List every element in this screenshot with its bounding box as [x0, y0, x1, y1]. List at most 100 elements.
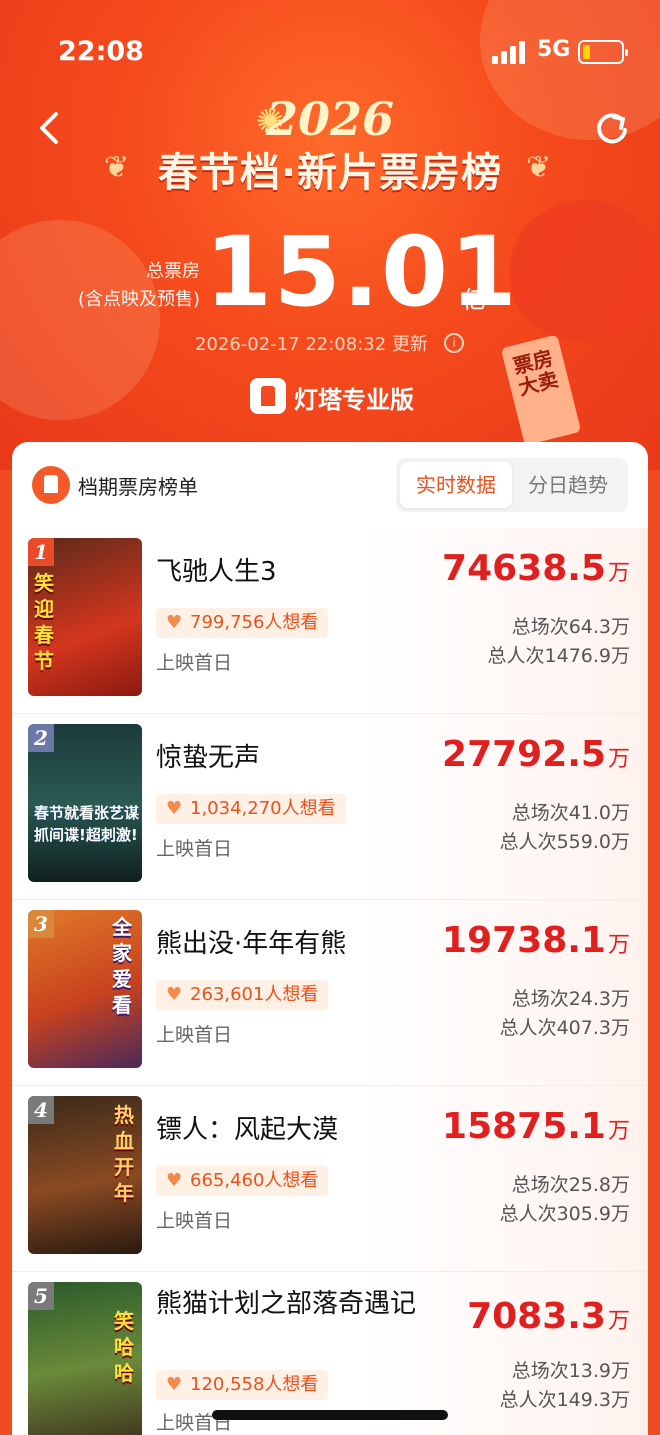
movie-poster: 3 全家爱看: [28, 910, 142, 1068]
movie-poster: 5 笑哈哈: [28, 1282, 142, 1435]
release-label: 上映首日: [156, 1024, 233, 1046]
signal-icon: [492, 40, 528, 64]
movie-row[interactable]: 3 全家爱看 熊出没·年年有熊 ♥ 263,601人想看 上映首日 19738.…: [12, 900, 648, 1086]
movie-row[interactable]: 1 笑迎春节 飞驰人生3 ♥ 799,756人想看 上映首日 74638.5万 …: [12, 528, 648, 714]
total-viewers: 总人次559.0万: [499, 831, 630, 853]
total-sessions: 总场次64.3万: [511, 616, 630, 638]
release-label: 上映首日: [156, 838, 233, 860]
box-office-unit: 万: [607, 1309, 630, 1334]
card-header: 档期票房榜单 实时数据 分日趋势: [12, 442, 648, 526]
network-label: 5G: [537, 37, 571, 62]
total-label-line1: 总票房: [146, 261, 200, 282]
box-office-value: 19738.1: [442, 920, 606, 961]
header-banner: 22:08 5G ✺ 2026 ❦ 春节档·新片票房榜 ❦ 票房大卖 总票房 (…: [0, 0, 660, 470]
want-count: 665,460人想看: [190, 1170, 319, 1191]
rank-badge: 4: [28, 1096, 54, 1124]
lantern-decoration: [510, 200, 660, 340]
heart-icon: ♥: [166, 1170, 183, 1191]
poster-text: 全家爱看: [112, 915, 132, 1017]
decor-circle: [0, 220, 160, 420]
total-viewers: 总人次149.3万: [499, 1389, 630, 1411]
movie-poster: 4 热血开年: [28, 1096, 142, 1254]
poster-text: 春节就看张艺谋 抓间谍!超刺激!: [34, 804, 140, 844]
movie-title: 飞驰人生3: [156, 557, 277, 587]
total-sessions: 总场次24.3万: [511, 988, 630, 1010]
back-button[interactable]: [32, 106, 72, 150]
poster-text: 笑哈哈: [114, 1309, 134, 1385]
box-office-value: 15875.1: [442, 1106, 606, 1147]
box-office-value: 74638.5: [442, 548, 606, 589]
movie-poster: 2 春节就看张艺谋 抓间谍!超刺激!: [28, 724, 142, 882]
want-badge: ♥ 799,756人想看: [156, 608, 329, 638]
year-heading: 2026: [265, 92, 395, 146]
rank-badge: 1: [28, 538, 54, 566]
total-sessions: 总场次25.8万: [511, 1174, 630, 1196]
movie-title: 镖人：风起大漠: [156, 1115, 339, 1145]
refresh-button[interactable]: [592, 108, 632, 148]
home-indicator[interactable]: [212, 1410, 448, 1420]
release-label: 上映首日: [156, 652, 233, 674]
movie-title: 熊猫计划之部落奇遇记: [156, 1289, 417, 1319]
want-badge: ♥ 120,558人想看: [156, 1370, 329, 1400]
update-time: 2026-02-17 22:08:32 更新: [195, 334, 428, 355]
total-sessions: 总场次41.0万: [511, 802, 630, 824]
release-label: 上映首日: [156, 1210, 233, 1232]
battery-icon: [578, 40, 628, 64]
want-count: 120,558人想看: [190, 1374, 319, 1395]
movie-title: 惊蛰无声: [156, 743, 261, 773]
tab-realtime[interactable]: 实时数据: [400, 462, 512, 508]
page-title: 春节档·新片票房榜: [157, 150, 503, 196]
box-office-unit: 万: [607, 1119, 630, 1144]
tab-daily-trend[interactable]: 分日趋势: [512, 462, 624, 508]
status-bar: 22:08 5G: [0, 0, 660, 100]
hanging-tag: 票房大卖: [500, 334, 582, 446]
tab-switcher: 实时数据 分日趋势: [396, 458, 628, 512]
heart-icon: ♥: [166, 984, 183, 1005]
tag-text: 票房大卖: [510, 345, 561, 400]
total-viewers: 总人次407.3万: [499, 1017, 630, 1039]
total-label-line2: (含点映及预售): [77, 289, 200, 310]
total-sessions: 总场次13.9万: [511, 1360, 630, 1382]
refresh-icon: [597, 113, 627, 144]
total-unit: 亿: [462, 286, 486, 314]
box-office-value: 7083.3: [467, 1296, 606, 1337]
lighthouse-icon: [32, 466, 70, 504]
box-office: 27792.5万: [442, 734, 630, 775]
want-badge: ♥ 1,034,270人想看: [156, 794, 346, 824]
box-office: 7083.3万: [467, 1296, 630, 1337]
movie-row[interactable]: 4 热血开年 镖人：风起大漠 ♥ 665,460人想看 上映首日 15875.1…: [12, 1086, 648, 1272]
poster-text: 热血开年: [114, 1103, 134, 1205]
want-badge: ♥ 263,601人想看: [156, 980, 329, 1010]
want-count: 263,601人想看: [190, 984, 319, 1005]
box-office: 15875.1万: [442, 1106, 630, 1147]
info-icon[interactable]: i: [444, 333, 464, 353]
laurel-right-icon: ❦: [526, 150, 552, 185]
box-office: 19738.1万: [442, 920, 630, 961]
total-label: 总票房 (含点映及预售): [60, 258, 200, 314]
movie-row[interactable]: 2 春节就看张艺谋 抓间谍!超刺激! 惊蛰无声 ♥ 1,034,270人想看 上…: [12, 714, 648, 900]
want-count: 1,034,270人想看: [190, 798, 336, 819]
lighthouse-icon: [250, 378, 286, 414]
card-title: 档期票房榜单: [78, 475, 198, 499]
total-viewers: 总人次1476.9万: [487, 645, 630, 667]
rank-badge: 5: [28, 1282, 54, 1310]
brand-name: 灯塔专业版: [294, 386, 414, 414]
box-office-unit: 万: [607, 561, 630, 586]
want-count: 799,756人想看: [190, 612, 319, 633]
box-office-value: 27792.5: [442, 734, 606, 775]
status-time: 22:08: [58, 36, 144, 67]
rank-badge: 3: [28, 910, 54, 938]
chevron-left-icon: [40, 112, 58, 144]
box-office-unit: 万: [607, 747, 630, 772]
poster-text: 笑迎春节: [34, 571, 54, 673]
rank-badge: 2: [28, 724, 54, 752]
movie-title: 熊出没·年年有熊: [156, 929, 347, 959]
ranking-card: 档期票房榜单 实时数据 分日趋势 1 笑迎春节 飞驰人生3 ♥ 799,756人…: [12, 442, 648, 1435]
heart-icon: ♥: [166, 612, 183, 633]
heart-icon: ♥: [166, 798, 183, 819]
want-badge: ♥ 665,460人想看: [156, 1166, 329, 1196]
movie-poster: 1 笑迎春节: [28, 538, 142, 696]
box-office: 74638.5万: [442, 548, 630, 589]
total-viewers: 总人次305.9万: [499, 1203, 630, 1225]
heart-icon: ♥: [166, 1374, 183, 1395]
